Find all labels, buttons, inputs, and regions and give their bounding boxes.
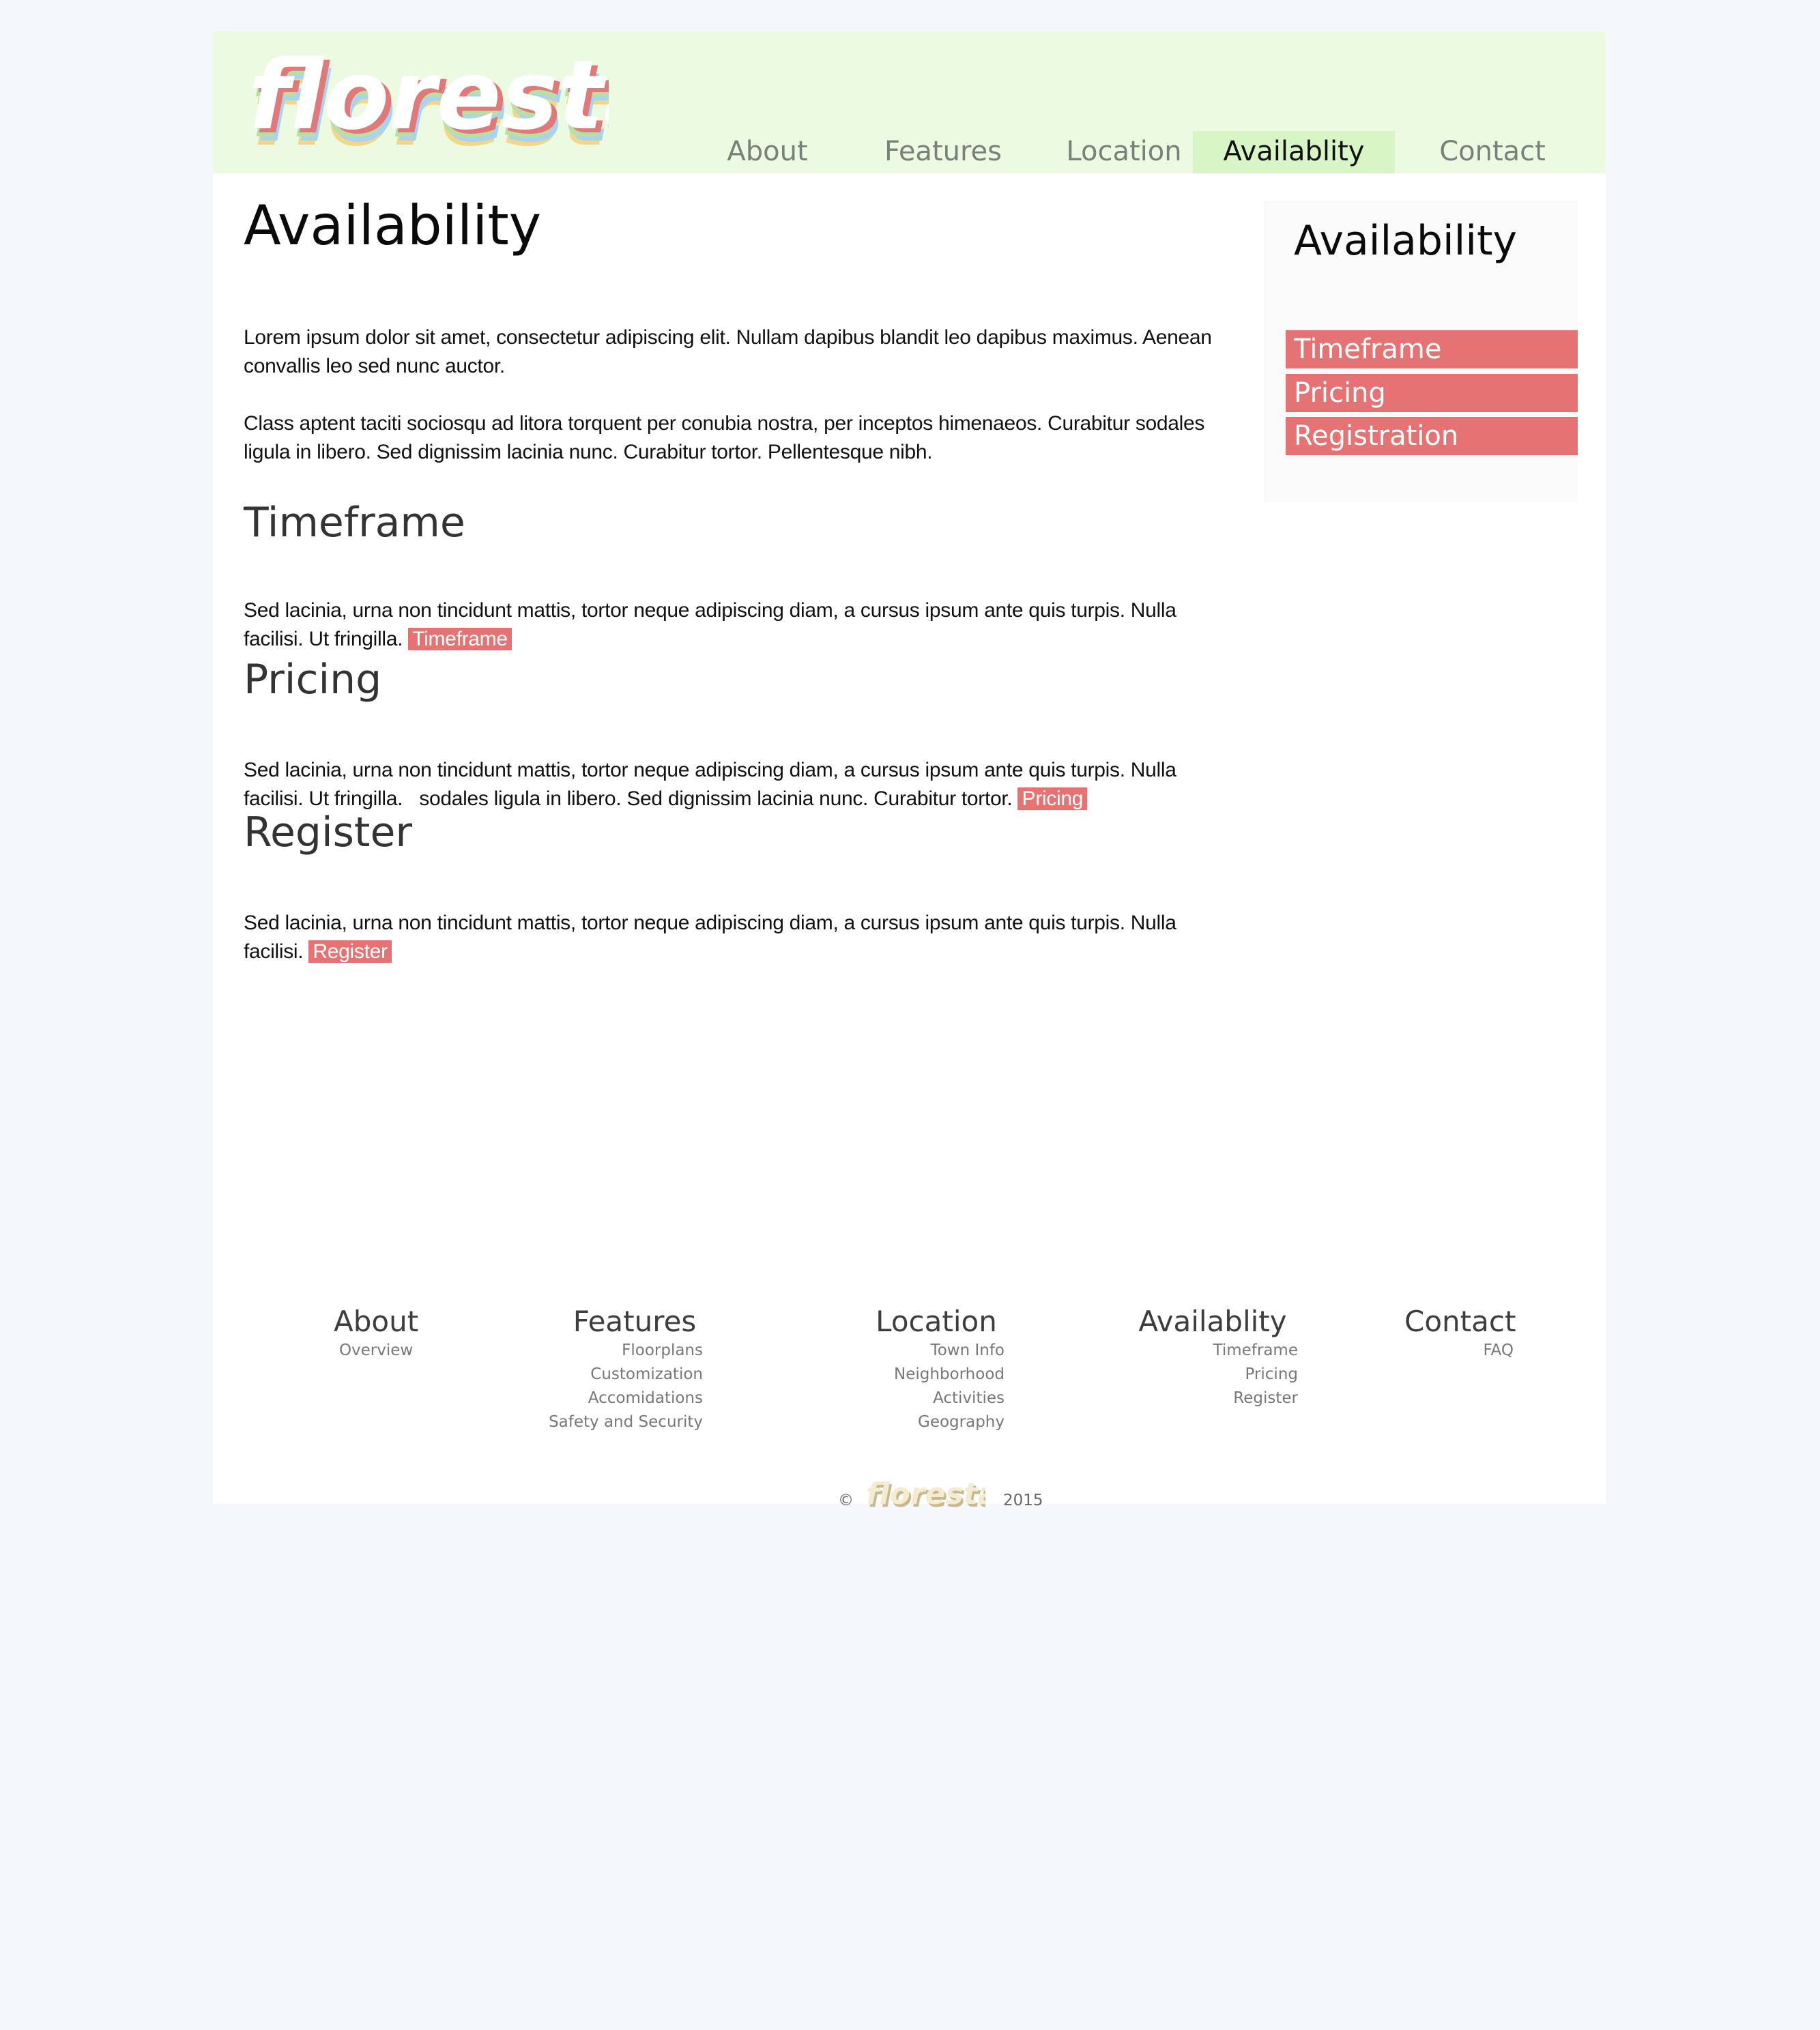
footer-link-floorplans[interactable]: Floorplans <box>546 1339 703 1363</box>
footer-link-timeframe[interactable]: Timeframe <box>1127 1339 1299 1363</box>
footer-link-faq[interactable]: FAQ <box>1404 1339 1514 1363</box>
section-text-register: Sed lacinia, urna non tincidunt mattis, … <box>244 909 1226 966</box>
sidebar-link-timeframe[interactable]: Timeframe <box>1286 330 1578 368</box>
footer-heading-contact[interactable]: Contact <box>1404 1305 1516 1339</box>
section-body-text: Sed lacinia, urna non tincidunt mattis, … <box>244 599 1176 650</box>
intro-paragraph: Lorem ipsum dolor sit amet, consectetur … <box>244 326 1212 377</box>
footer-heading-availability[interactable]: Availablity <box>1127 1305 1298 1339</box>
pricing-link[interactable]: Pricing <box>1017 787 1088 810</box>
sidebar-link-registration[interactable]: Registration <box>1286 417 1578 455</box>
copyright-symbol: © <box>838 1492 854 1509</box>
footer-link-accomidations[interactable]: Accomidations <box>546 1387 703 1410</box>
nav-item-features[interactable]: Features <box>868 131 1018 173</box>
footer-link-neighborhood[interactable]: Neighborhood <box>868 1363 1005 1387</box>
page-title: Availability <box>244 194 542 257</box>
sidebar-link-pricing[interactable]: Pricing <box>1286 374 1578 412</box>
footer-column-availability: Availablity Timeframe Pricing Register <box>1127 1305 1298 1410</box>
footer-link-register[interactable]: Register <box>1127 1387 1298 1410</box>
nav-item-availability[interactable]: Availablity <box>1193 131 1395 173</box>
section-title-pricing: Pricing <box>244 656 382 704</box>
footer-link-pricing[interactable]: Pricing <box>1127 1363 1298 1387</box>
copyright-year: 2015 <box>1003 1492 1043 1509</box>
footer-column-about: About Overview <box>334 1305 418 1363</box>
footer-heading-features[interactable]: Features <box>566 1305 703 1339</box>
register-link[interactable]: Register <box>308 940 392 963</box>
footer-link-geography[interactable]: Geography <box>868 1410 1005 1434</box>
footer-column-contact: Contact FAQ <box>1404 1305 1516 1363</box>
timeframe-link[interactable]: Timeframe <box>408 628 512 650</box>
svg-text:floresta: floresta <box>866 1477 985 1511</box>
section-title-register: Register <box>244 809 413 856</box>
footer-link-town-info[interactable]: Town Info <box>868 1339 1005 1363</box>
footer-column-features: Features Floorplans Customization Accomi… <box>546 1305 703 1434</box>
sidebar: Availability Timeframe Pricing Registrat… <box>1264 201 1578 502</box>
footer-floresta-logo: floresta floresta <box>866 1477 985 1514</box>
main-nav: About Features Location Availablity Cont… <box>213 31 1606 173</box>
footer-column-location: Location Town Info Neighborhood Activiti… <box>868 1305 1005 1434</box>
intro-paragraph: Class aptent taciti sociosqu ad litora t… <box>244 412 1205 463</box>
nav-item-location[interactable]: Location <box>1045 131 1202 173</box>
nav-item-contact[interactable]: Contact <box>1414 131 1571 173</box>
footer-link-safety[interactable]: Safety and Security <box>546 1410 703 1434</box>
page-container: floresta floresta floresta floresta flor… <box>213 31 1606 1514</box>
section-text-pricing: Sed lacinia, urna non tincidunt mattis, … <box>244 756 1226 813</box>
footer-heading-about[interactable]: About <box>334 1305 418 1339</box>
section-text-timeframe: Sed lacinia, urna non tincidunt mattis, … <box>244 596 1226 654</box>
footer-link-overview[interactable]: Overview <box>334 1339 418 1363</box>
footer-link-activities[interactable]: Activities <box>868 1387 1005 1410</box>
nav-item-about[interactable]: About <box>711 131 824 173</box>
section-title-timeframe: Timeframe <box>244 499 465 547</box>
sidebar-title: Availability <box>1294 217 1518 265</box>
site-header: floresta floresta floresta floresta flor… <box>213 31 1606 173</box>
footer-heading-location[interactable]: Location <box>868 1305 1005 1339</box>
footer-link-customization[interactable]: Customization <box>546 1363 703 1387</box>
